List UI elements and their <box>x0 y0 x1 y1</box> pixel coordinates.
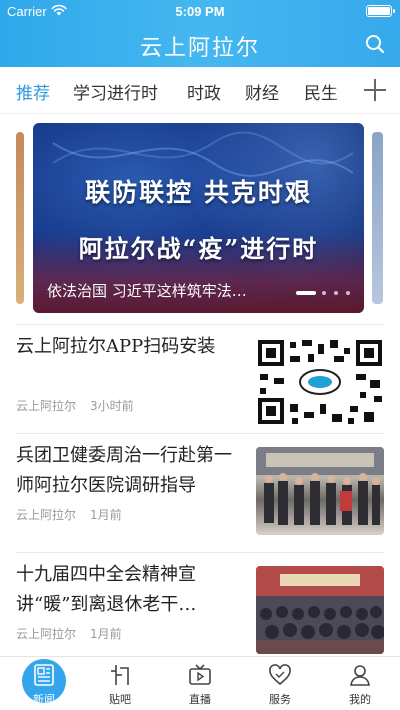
carousel-dot-active <box>296 291 316 295</box>
group-photo-image <box>256 447 384 525</box>
nav-label: 我的 <box>349 693 371 706</box>
news-item[interactable]: 十九届四中全会精神宣讲“暖”到离退休老干… 云上阿拉尔 1月前 <box>16 552 384 670</box>
news-time: 1月前 <box>90 508 122 522</box>
news-thumbnail <box>256 566 384 654</box>
news-title: 兵团卫健委周治一行赴第一师阿拉尔医院调研指导 <box>16 445 232 496</box>
news-item[interactable]: 云上阿拉尔APP扫码安装 云上阿拉尔 3小时前 <box>16 324 384 442</box>
news-item[interactable]: 兵团卫健委周治一行赴第一师阿拉尔医院调研指导 云上阿拉尔 1月前 <box>16 433 384 551</box>
tab-study[interactable]: 学习进行时 <box>73 79 158 104</box>
news-title: 十九届四中全会精神宣讲“暖”到离退休老干… <box>16 564 197 615</box>
tab-recommend[interactable]: 推荐 <box>16 79 50 104</box>
news-icon <box>34 664 54 686</box>
nav-label: 贴吧 <box>109 693 131 706</box>
banner-caption: 依法治国 习近平这样筑牢法… <box>47 282 247 300</box>
banner-headline: 联防联控 共克时艰 <box>85 178 312 207</box>
banner-subheadline: 阿拉尔战“疫”进行时 <box>78 234 319 263</box>
news-time: 3小时前 <box>90 399 134 413</box>
banner-slide[interactable]: 联防联控 共克时艰 阿拉尔战“疫”进行时 依法治国 习近平这样筑牢法… <box>33 123 364 313</box>
carousel-indicator <box>296 291 356 297</box>
meeting-photo-image <box>256 566 384 654</box>
live-tv-icon <box>189 664 211 685</box>
news-meta: 云上阿拉尔 3小时前 <box>16 397 134 414</box>
news-time: 1月前 <box>90 627 122 641</box>
news-thumbnail <box>256 447 384 535</box>
status-bar: Carrier 5:09 PM <box>0 0 400 22</box>
search-icon[interactable] <box>364 33 386 55</box>
nav-forum[interactable]: 贴吧 <box>80 657 160 710</box>
nav-service[interactable]: 服务 <box>240 657 320 710</box>
tab-finance[interactable]: 财经 <box>245 79 279 104</box>
app-header: Carrier 5:09 PM 云上阿拉尔 <box>0 0 400 67</box>
news-source: 云上阿拉尔 <box>16 627 77 641</box>
heart-icon <box>269 664 291 686</box>
forum-icon <box>111 665 129 685</box>
banner-carousel[interactable]: 联防联控 共克时艰 阿拉尔战“疫”进行时 依法治国 习近平这样筑牢法… <box>0 116 400 324</box>
nav-profile[interactable]: 我的 <box>320 657 400 710</box>
category-tabs: 推荐 学习进行时 时政 财经 民生 <box>0 67 400 114</box>
qr-code-icon <box>258 340 382 424</box>
bottom-tab-bar: 新闻 贴吧 直播 服务 我的 <box>0 656 400 710</box>
news-meta: 云上阿拉尔 1月前 <box>16 625 122 642</box>
clock: 5:09 PM <box>175 4 225 19</box>
battery-icon <box>366 5 395 17</box>
divider <box>16 552 384 553</box>
tabs-fade <box>330 67 346 113</box>
qr-code-thumbnail <box>256 338 384 426</box>
next-slide-peek[interactable] <box>372 132 383 304</box>
carousel-dot <box>322 291 326 295</box>
divider <box>16 324 384 325</box>
carousel-dot <box>346 291 350 295</box>
news-source: 云上阿拉尔 <box>16 508 77 522</box>
news-title: 云上阿拉尔APP扫码安装 <box>16 336 216 357</box>
profile-icon <box>350 665 370 686</box>
carousel-dot <box>334 291 338 295</box>
nav-label: 服务 <box>269 693 291 706</box>
news-source: 云上阿拉尔 <box>16 399 77 413</box>
previous-slide-peek[interactable] <box>16 132 24 304</box>
nav-label: 直播 <box>189 693 211 706</box>
nav-live[interactable]: 直播 <box>160 657 240 710</box>
news-meta: 云上阿拉尔 1月前 <box>16 506 122 523</box>
app-title: 云上阿拉尔 <box>139 36 260 61</box>
tab-politics[interactable]: 时政 <box>187 79 221 104</box>
nav-label: 新闻 <box>33 693 55 706</box>
divider <box>16 433 384 434</box>
plus-icon[interactable] <box>364 79 386 101</box>
nav-news[interactable]: 新闻 <box>0 657 80 710</box>
